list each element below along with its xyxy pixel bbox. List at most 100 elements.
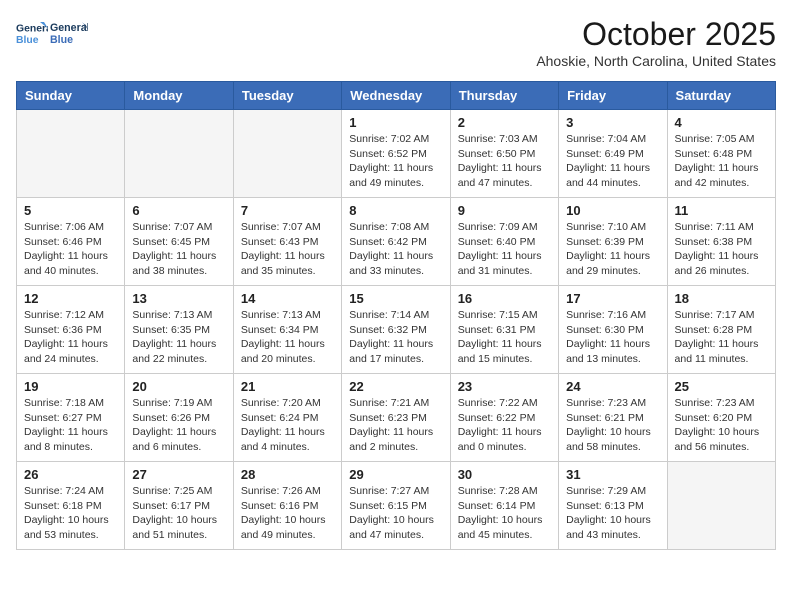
day-number: 22 — [349, 379, 442, 394]
calendar-cell: 19Sunrise: 7:18 AM Sunset: 6:27 PM Dayli… — [17, 374, 125, 462]
day-header-sunday: Sunday — [17, 82, 125, 110]
day-number: 26 — [24, 467, 117, 482]
calendar-cell: 22Sunrise: 7:21 AM Sunset: 6:23 PM Dayli… — [342, 374, 450, 462]
day-info: Sunrise: 7:27 AM Sunset: 6:15 PM Dayligh… — [349, 484, 442, 543]
day-number: 16 — [458, 291, 551, 306]
svg-text:General: General — [50, 22, 88, 34]
calendar-week-3: 12Sunrise: 7:12 AM Sunset: 6:36 PM Dayli… — [17, 286, 776, 374]
day-number: 1 — [349, 115, 442, 130]
day-number: 2 — [458, 115, 551, 130]
day-header-saturday: Saturday — [667, 82, 775, 110]
day-number: 11 — [675, 203, 768, 218]
calendar-cell: 9Sunrise: 7:09 AM Sunset: 6:40 PM Daylig… — [450, 198, 558, 286]
calendar-cell: 13Sunrise: 7:13 AM Sunset: 6:35 PM Dayli… — [125, 286, 233, 374]
day-info: Sunrise: 7:20 AM Sunset: 6:24 PM Dayligh… — [241, 396, 334, 455]
calendar-week-5: 26 Sunrise: 7:24 AM Sunset: 6:18 PM Dayli… — [17, 462, 776, 550]
day-number: 25 — [675, 379, 768, 394]
day-info: Sunrise: 7:17 AM Sunset: 6:28 PM Dayligh… — [675, 308, 768, 367]
day-info: Sunrise: 7:23 AM Sunset: 6:20 PM Dayligh… — [675, 396, 768, 455]
day-number: 21 — [241, 379, 334, 394]
day-info: Sunrise: 7:07 AM Sunset: 6:45 PM Dayligh… — [132, 220, 225, 279]
svg-text:Blue: Blue — [16, 35, 39, 46]
day-info: Sunrise: 7:13 AM Sunset: 6:35 PM Dayligh… — [132, 308, 225, 367]
day-info: Sunrise: 7:22 AM Sunset: 6:22 PM Dayligh… — [458, 396, 551, 455]
day-number: 15 — [349, 291, 442, 306]
calendar-body: 1 Sunrise: 7:02 AM Sunset: 6:52 PM Daylig… — [17, 110, 776, 550]
page-header: General Blue General Blue October 2025 A… — [16, 16, 776, 69]
calendar-cell: 2 Sunrise: 7:03 AM Sunset: 6:50 PM Daylig… — [450, 110, 558, 198]
day-info: Sunrise: 7:14 AM Sunset: 6:32 PM Dayligh… — [349, 308, 442, 367]
calendar-cell: 6 Sunrise: 7:07 AM Sunset: 6:45 PM Daylig… — [125, 198, 233, 286]
day-number: 23 — [458, 379, 551, 394]
day-info: Sunrise: 7:26 AM Sunset: 6:16 PM Dayligh… — [241, 484, 334, 543]
day-number: 4 — [675, 115, 768, 130]
day-info: Sunrise: 7:23 AM Sunset: 6:21 PM Dayligh… — [566, 396, 659, 455]
day-number: 20 — [132, 379, 225, 394]
day-number: 6 — [132, 203, 225, 218]
calendar-cell: 29Sunrise: 7:27 AM Sunset: 6:15 PM Dayli… — [342, 462, 450, 550]
title-block: October 2025 Ahoskie, North Carolina, Un… — [536, 16, 776, 69]
day-info: Sunrise: 7:02 AM Sunset: 6:52 PM Dayligh… — [349, 132, 442, 191]
month-title: October 2025 — [536, 16, 776, 53]
calendar-cell: 21 Sunrise: 7:20 AM Sunset: 6:24 PM Dayli… — [233, 374, 341, 462]
day-number: 31 — [566, 467, 659, 482]
day-info: Sunrise: 7:06 AM Sunset: 6:46 PM Dayligh… — [24, 220, 117, 279]
day-info: Sunrise: 7:29 AM Sunset: 6:13 PM Dayligh… — [566, 484, 659, 543]
day-number: 12 — [24, 291, 117, 306]
day-number: 18 — [675, 291, 768, 306]
calendar-cell: 26 Sunrise: 7:24 AM Sunset: 6:18 PM Dayli… — [17, 462, 125, 550]
calendar-cell — [125, 110, 233, 198]
day-info: Sunrise: 7:03 AM Sunset: 6:50 PM Dayligh… — [458, 132, 551, 191]
calendar-cell — [17, 110, 125, 198]
day-header-tuesday: Tuesday — [233, 82, 341, 110]
day-number: 3 — [566, 115, 659, 130]
day-number: 10 — [566, 203, 659, 218]
calendar-week-2: 5Sunrise: 7:06 AM Sunset: 6:46 PM Daylig… — [17, 198, 776, 286]
calendar-cell: 30 Sunrise: 7:28 AM Sunset: 6:14 PM Dayli… — [450, 462, 558, 550]
day-header-friday: Friday — [559, 82, 667, 110]
day-number: 9 — [458, 203, 551, 218]
calendar-cell: 14 Sunrise: 7:13 AM Sunset: 6:34 PM Dayli… — [233, 286, 341, 374]
calendar-cell: 12Sunrise: 7:12 AM Sunset: 6:36 PM Dayli… — [17, 286, 125, 374]
day-number: 14 — [241, 291, 334, 306]
calendar-cell: 1 Sunrise: 7:02 AM Sunset: 6:52 PM Daylig… — [342, 110, 450, 198]
calendar-cell — [233, 110, 341, 198]
calendar-header-row: SundayMondayTuesdayWednesdayThursdayFrid… — [17, 82, 776, 110]
day-number: 30 — [458, 467, 551, 482]
day-info: Sunrise: 7:11 AM Sunset: 6:38 PM Dayligh… — [675, 220, 768, 279]
calendar-cell: 17Sunrise: 7:16 AM Sunset: 6:30 PM Dayli… — [559, 286, 667, 374]
day-info: Sunrise: 7:13 AM Sunset: 6:34 PM Dayligh… — [241, 308, 334, 367]
logo-icon: General Blue — [16, 20, 48, 48]
calendar-cell: 4 Sunrise: 7:05 AM Sunset: 6:48 PM Daylig… — [667, 110, 775, 198]
day-info: Sunrise: 7:25 AM Sunset: 6:17 PM Dayligh… — [132, 484, 225, 543]
location-subtitle: Ahoskie, North Carolina, United States — [536, 53, 776, 69]
day-info: Sunrise: 7:05 AM Sunset: 6:48 PM Dayligh… — [675, 132, 768, 191]
day-number: 27 — [132, 467, 225, 482]
calendar-table: SundayMondayTuesdayWednesdayThursdayFrid… — [16, 81, 776, 550]
calendar-cell: 10Sunrise: 7:10 AM Sunset: 6:39 PM Dayli… — [559, 198, 667, 286]
day-number: 28 — [241, 467, 334, 482]
calendar-week-1: 1 Sunrise: 7:02 AM Sunset: 6:52 PM Daylig… — [17, 110, 776, 198]
logo-bird-icon: General Blue — [50, 16, 88, 52]
calendar-week-4: 19Sunrise: 7:18 AM Sunset: 6:27 PM Dayli… — [17, 374, 776, 462]
calendar-cell: 11 Sunrise: 7:11 AM Sunset: 6:38 PM Dayli… — [667, 198, 775, 286]
day-info: Sunrise: 7:15 AM Sunset: 6:31 PM Dayligh… — [458, 308, 551, 367]
day-number: 24 — [566, 379, 659, 394]
calendar-cell — [667, 462, 775, 550]
calendar-cell: 28 Sunrise: 7:26 AM Sunset: 6:16 PM Dayli… — [233, 462, 341, 550]
day-number: 7 — [241, 203, 334, 218]
day-info: Sunrise: 7:07 AM Sunset: 6:43 PM Dayligh… — [241, 220, 334, 279]
day-info: Sunrise: 7:18 AM Sunset: 6:27 PM Dayligh… — [24, 396, 117, 455]
day-info: Sunrise: 7:28 AM Sunset: 6:14 PM Dayligh… — [458, 484, 551, 543]
day-number: 17 — [566, 291, 659, 306]
svg-text:Blue: Blue — [50, 34, 73, 46]
day-info: Sunrise: 7:19 AM Sunset: 6:26 PM Dayligh… — [132, 396, 225, 455]
calendar-cell: 24 Sunrise: 7:23 AM Sunset: 6:21 PM Dayli… — [559, 374, 667, 462]
calendar-cell: 15 Sunrise: 7:14 AM Sunset: 6:32 PM Dayli… — [342, 286, 450, 374]
calendar-cell: 31 Sunrise: 7:29 AM Sunset: 6:13 PM Dayli… — [559, 462, 667, 550]
day-info: Sunrise: 7:24 AM Sunset: 6:18 PM Dayligh… — [24, 484, 117, 543]
day-info: Sunrise: 7:04 AM Sunset: 6:49 PM Dayligh… — [566, 132, 659, 191]
calendar-cell: 8Sunrise: 7:08 AM Sunset: 6:42 PM Daylig… — [342, 198, 450, 286]
calendar-cell: 25 Sunrise: 7:23 AM Sunset: 6:20 PM Dayli… — [667, 374, 775, 462]
calendar-cell: 16 Sunrise: 7:15 AM Sunset: 6:31 PM Dayli… — [450, 286, 558, 374]
